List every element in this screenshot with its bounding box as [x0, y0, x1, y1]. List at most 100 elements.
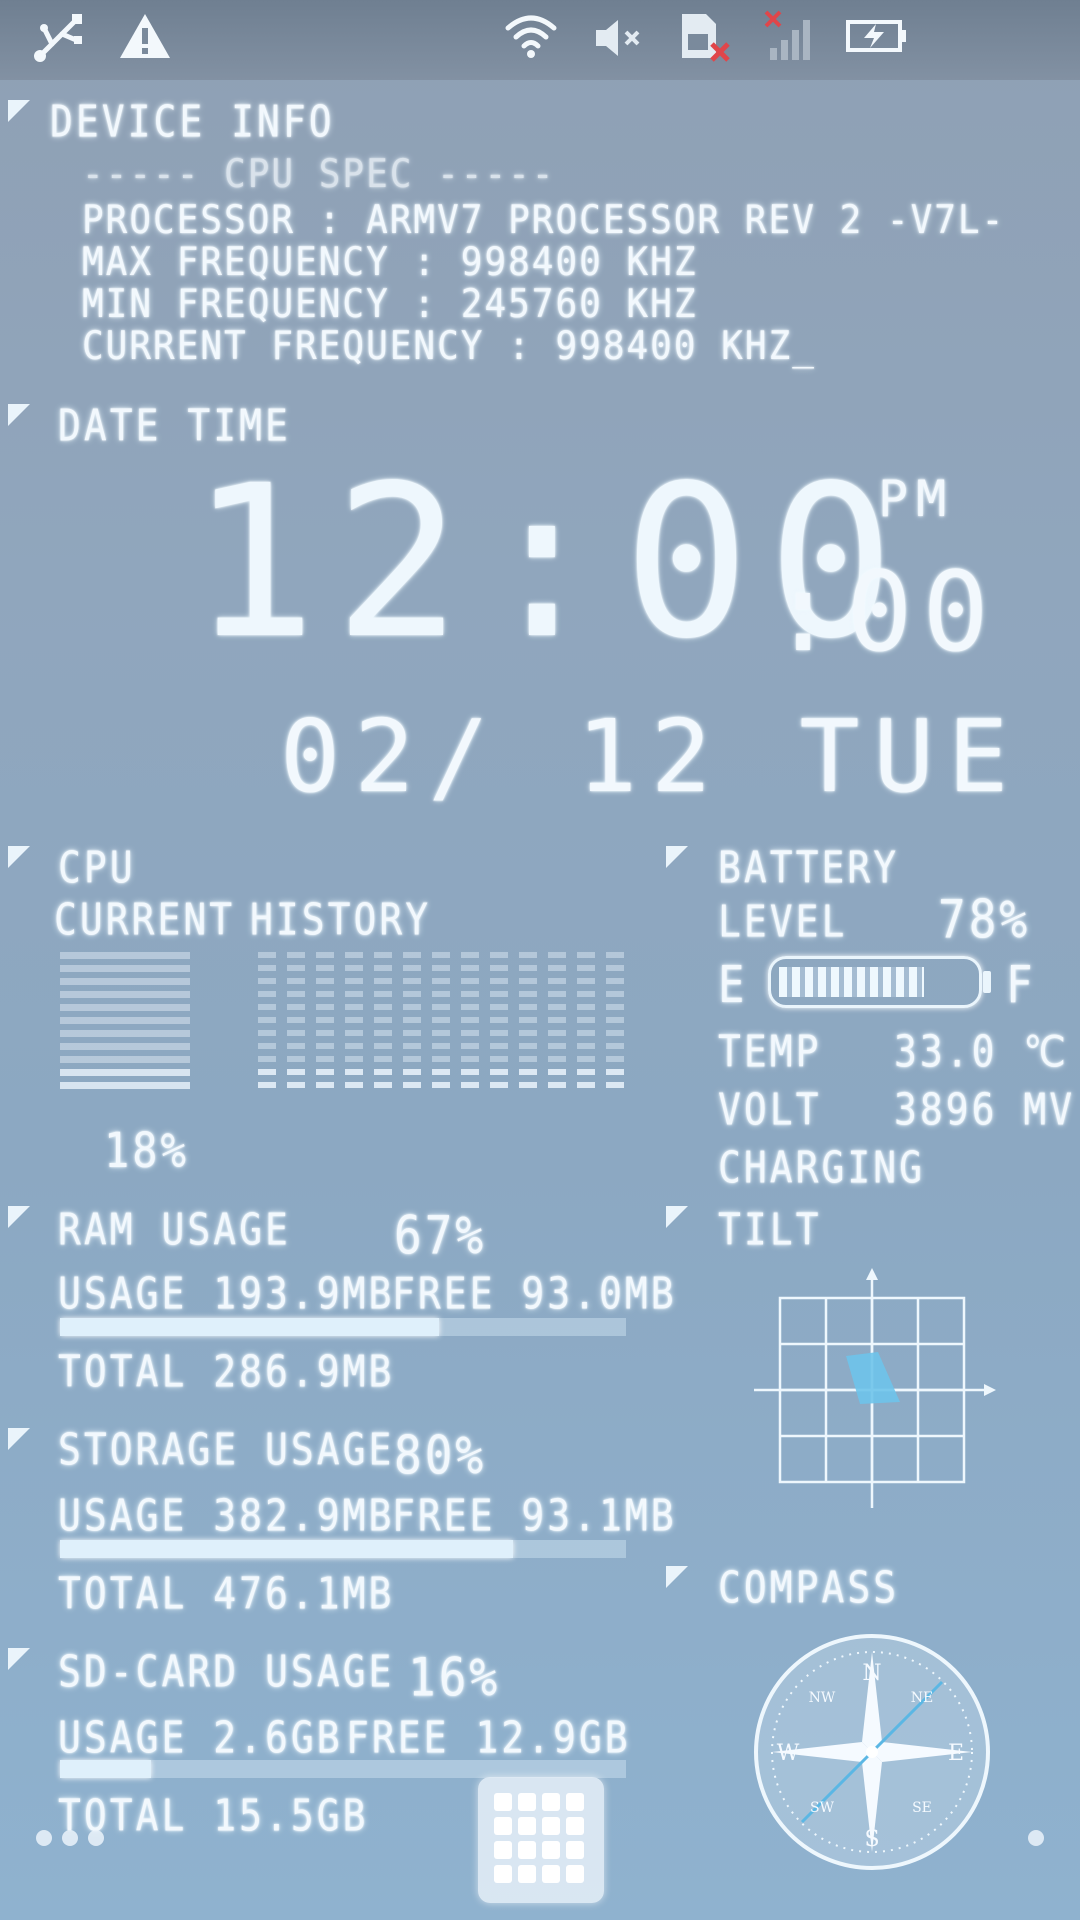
compass-se: SE — [912, 1800, 932, 1816]
storage-usage: USAGE 382.9MB — [58, 1490, 395, 1541]
storage-total: TOTAL 476.1MB — [58, 1568, 395, 1619]
cpu-history-segment — [374, 952, 392, 958]
cpu-history-segment — [403, 1056, 421, 1062]
page-indicator-dot[interactable] — [1028, 1830, 1044, 1846]
page-indicator-dot[interactable] — [36, 1830, 52, 1846]
cpu-history-segment — [287, 1082, 305, 1088]
cpu-history-segment — [461, 1082, 479, 1088]
sdcard-title: SD-CARD USAGE — [58, 1646, 395, 1697]
cpu-history-segment — [403, 1030, 421, 1036]
cpu-history-segment — [287, 1017, 305, 1023]
cpu-history-segment — [577, 978, 595, 984]
sdcard-usage-bar — [60, 1760, 626, 1778]
cpu-history-segment — [258, 952, 276, 958]
cpu-history-segment — [374, 965, 392, 971]
ram-total: TOTAL 286.9MB — [58, 1346, 395, 1397]
cpu-meter-line — [60, 952, 190, 959]
cpu-history-segment — [374, 1017, 392, 1023]
cpu-history-segment — [606, 1069, 624, 1075]
compass-dial[interactable]: N S W E NE NW SE SW — [752, 1632, 992, 1872]
cpu-history-segment — [548, 1004, 566, 1010]
cpu-history-segment — [461, 1017, 479, 1023]
cpu-history-segment — [577, 991, 595, 997]
clock-date[interactable]: 02/ 12 TUE — [280, 698, 1022, 815]
cpu-history-segment — [374, 991, 392, 997]
storage-free: FREE 93.1MB — [392, 1490, 677, 1541]
cpu-meter-line — [60, 1043, 190, 1050]
cpu-history-segment — [258, 991, 276, 997]
cpu-history-segment — [374, 1056, 392, 1062]
cpu-history-segment — [490, 1017, 508, 1023]
cpu-history-segment — [519, 965, 537, 971]
section-marker — [8, 1648, 30, 1670]
cpu-history-segment — [519, 1043, 537, 1049]
section-marker — [8, 1428, 30, 1450]
cpu-meter-line — [60, 1030, 190, 1037]
cpu-history-segment — [461, 978, 479, 984]
battery-volt-value: 3896 MV — [894, 1084, 1076, 1135]
cpu-history-segment — [287, 965, 305, 971]
cpu-history-segment — [258, 965, 276, 971]
cpu-history-segment — [606, 952, 624, 958]
cpu-history-segment — [258, 1069, 276, 1075]
cpu-history-segment — [548, 978, 566, 984]
cpu-history-segment — [432, 952, 450, 958]
cpu-history-segment — [287, 1056, 305, 1062]
sdcard-free: FREE 12.9GB — [346, 1712, 631, 1763]
cpu-history-segment — [461, 1030, 479, 1036]
cpu-history-segment — [519, 1069, 537, 1075]
warning-icon — [120, 14, 170, 58]
cpu-history-segment — [606, 965, 624, 971]
cpu-history-label: HISTORY — [250, 894, 432, 945]
compass-title: COMPASS — [718, 1562, 900, 1613]
sdcard-total: TOTAL 15.5GB — [58, 1790, 369, 1841]
cpu-history-segment — [461, 991, 479, 997]
cpu-history-segment — [316, 991, 334, 997]
cpu-history-segment — [461, 1069, 479, 1075]
cpu-history-segment — [490, 1069, 508, 1075]
min-frequency-line: MIN FREQUENCY : 245760 KHZ — [82, 282, 698, 328]
ram-usage: USAGE 193.9MB — [58, 1268, 395, 1319]
page-indicator-dot[interactable] — [88, 1830, 104, 1846]
battery-gauge — [768, 956, 991, 1008]
cpu-history-segment — [316, 965, 334, 971]
ram-percent: 67% — [394, 1204, 487, 1267]
page-indicator-dot[interactable] — [62, 1830, 78, 1846]
battery-gauge-tip — [983, 971, 991, 993]
cpu-history-segment — [403, 1004, 421, 1010]
app-drawer-button[interactable] — [478, 1777, 604, 1903]
cpu-current-label: CURRENT — [54, 894, 236, 945]
cpu-history-segment — [577, 1017, 595, 1023]
battery-full-label: F — [1006, 956, 1036, 1015]
cpu-history-segment — [577, 1056, 595, 1062]
cpu-history-segment — [345, 991, 363, 997]
compass-s: S — [864, 1827, 879, 1852]
compass-n: N — [862, 1661, 881, 1686]
storage-title: STORAGE USAGE — [58, 1424, 395, 1475]
cpu-history-segment — [345, 952, 363, 958]
cpu-history-segment — [548, 1030, 566, 1036]
sdcard-usage: USAGE 2.6GB — [58, 1712, 343, 1763]
cpu-meter-line — [60, 1069, 190, 1076]
processor-line: PROCESSOR : ARMV7 PROCESSOR REV 2 -V7L- — [82, 198, 1006, 244]
status-bar — [0, 0, 1080, 80]
cpu-history-segment — [403, 952, 421, 958]
cpu-history-segment — [432, 1043, 450, 1049]
usb-icon — [34, 14, 82, 62]
cpu-history-segment — [577, 1030, 595, 1036]
cpu-history-segment — [606, 991, 624, 997]
section-marker — [8, 846, 30, 868]
cpu-percent: 18% — [104, 1122, 189, 1179]
cpu-history-segment — [258, 1030, 276, 1036]
cpu-history-segment — [432, 965, 450, 971]
cpu-history-segment — [606, 1082, 624, 1088]
cpu-history-segment — [287, 1043, 305, 1049]
cpu-history-segment — [316, 1082, 334, 1088]
battery-volt-label: VOLT — [718, 1084, 822, 1135]
cpu-history-segment — [403, 1069, 421, 1075]
cpu-history-segment — [606, 1056, 624, 1062]
cpu-history-segment — [519, 1004, 537, 1010]
cpu-meter-line — [60, 991, 190, 998]
cpu-history-segment — [316, 1004, 334, 1010]
cpu-history-segment — [345, 1056, 363, 1062]
